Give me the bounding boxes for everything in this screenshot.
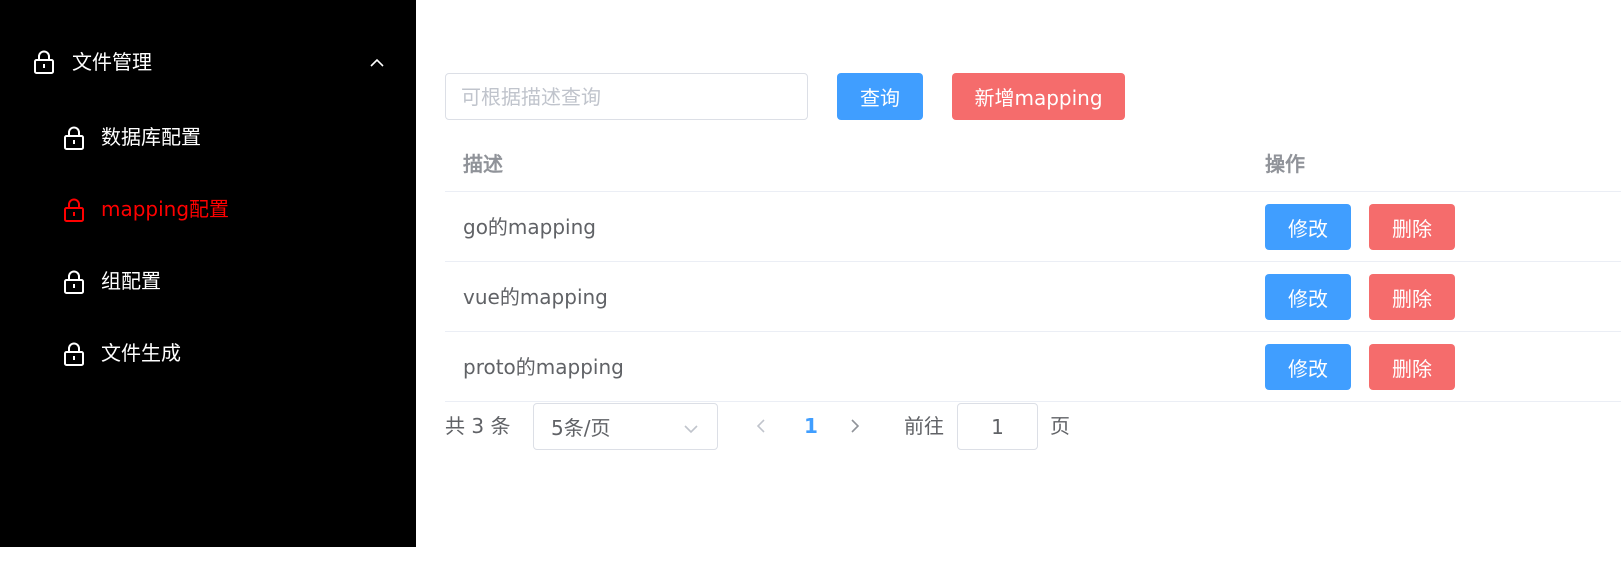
- lock-icon: [63, 126, 85, 154]
- page-size-select[interactable]: 5条/页: [533, 403, 718, 450]
- edit-button[interactable]: 修改: [1265, 204, 1351, 250]
- row-description: go的mapping: [463, 215, 596, 239]
- page-number-current[interactable]: 1: [801, 413, 821, 439]
- sidebar-item-label: 组配置: [101, 269, 161, 293]
- mapping-table: 描述 操作 go的mapping 修改 删除 vue的mapping 修改 删除…: [445, 137, 1621, 402]
- column-header-description: 描述: [463, 152, 503, 176]
- edit-button[interactable]: 修改: [1265, 344, 1351, 390]
- sidebar: 文件管理 数据库配置 mapping配置 组配置 文件生成: [0, 0, 416, 547]
- sidebar-bottom-edge: [0, 547, 416, 566]
- pagination-total: 共 3 条: [445, 414, 511, 438]
- table-row: vue的mapping 修改 删除: [445, 262, 1621, 332]
- lock-icon: [63, 198, 85, 226]
- delete-button[interactable]: 删除: [1369, 204, 1455, 250]
- table-row: go的mapping 修改 删除: [445, 192, 1621, 262]
- goto-suffix: 页: [1050, 414, 1070, 438]
- search-input[interactable]: [445, 73, 808, 120]
- chevron-down-icon: [683, 420, 699, 439]
- row-description: vue的mapping: [463, 285, 608, 309]
- goto-label: 前往: [904, 414, 944, 438]
- row-description: proto的mapping: [463, 355, 624, 379]
- add-mapping-button[interactable]: 新增mapping: [952, 73, 1125, 120]
- edit-button[interactable]: 修改: [1265, 274, 1351, 320]
- column-header-actions: 操作: [1265, 152, 1305, 176]
- sidebar-item-label: mapping配置: [101, 197, 230, 221]
- lock-icon: [63, 270, 85, 298]
- sidebar-item-database-config[interactable]: 数据库配置: [0, 110, 416, 166]
- sidebar-item-mapping-config[interactable]: mapping配置: [0, 182, 416, 238]
- chevron-right-icon[interactable]: [849, 415, 861, 441]
- lock-icon: [63, 342, 85, 370]
- search-button[interactable]: 查询: [837, 73, 923, 120]
- lock-icon: [33, 50, 55, 78]
- submenu-title: 文件管理: [72, 50, 152, 74]
- chevron-up-icon[interactable]: [369, 54, 385, 73]
- chevron-left-icon[interactable]: [755, 415, 767, 441]
- submenu-file-management[interactable]: 文件管理: [0, 36, 416, 88]
- page-size-value: 5条/页: [551, 416, 611, 440]
- sidebar-item-group-config[interactable]: 组配置: [0, 254, 416, 310]
- goto-page-input[interactable]: [957, 403, 1038, 450]
- delete-button[interactable]: 删除: [1369, 344, 1455, 390]
- pagination: 共 3 条 5条/页 1 前往 页: [445, 403, 1145, 450]
- table-header: 描述 操作: [445, 137, 1621, 192]
- delete-button[interactable]: 删除: [1369, 274, 1455, 320]
- sidebar-item-file-generate[interactable]: 文件生成: [0, 326, 416, 382]
- sidebar-item-label: 数据库配置: [101, 125, 201, 149]
- table-row: proto的mapping 修改 删除: [445, 332, 1621, 402]
- sidebar-item-label: 文件生成: [101, 341, 181, 365]
